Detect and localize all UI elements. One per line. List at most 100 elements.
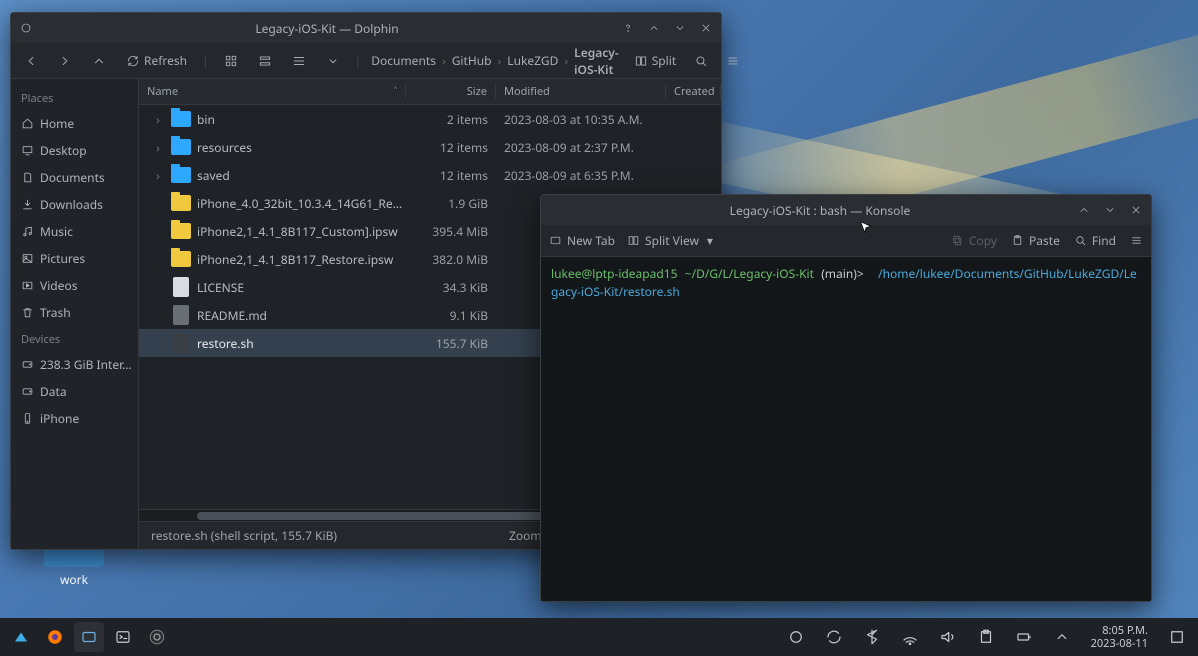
firefox-icon[interactable] [40,622,70,652]
file-row[interactable]: ›bin2 items2023-08-03 at 10:35 A.M. [139,105,721,133]
paste-button[interactable]: Paste [1011,232,1060,249]
expand-chevron-icon[interactable]: › [151,167,165,184]
minimize-icon[interactable] [645,19,663,37]
file-name: resources [197,139,406,156]
sidebar-item-trash[interactable]: Trash [11,299,138,326]
close-icon[interactable] [697,19,715,37]
clipboard-icon[interactable] [971,622,1001,652]
crumb-lukezgd[interactable]: LukeZGD [507,52,558,69]
hamburger-menu-icon[interactable] [1130,234,1143,247]
app-menu-icon[interactable] [17,19,35,37]
archive-icon [171,251,191,267]
archive-icon [171,195,191,211]
sidebar-item-label: 238.3 GiB Inter… [40,356,132,373]
file-modified: 2023-08-03 at 10:35 A.M. [496,111,666,128]
sidebar-item-data[interactable]: Data [11,378,138,405]
konsole-titlebar[interactable]: Legacy-iOS-Kit : bash — Konsole [541,195,1151,225]
chevron-right-icon: › [564,52,568,69]
hamburger-menu-icon[interactable] [721,51,745,71]
file-row[interactable]: ›saved12 items2023-08-09 at 6:35 P.M. [139,161,721,189]
minimize-icon[interactable] [1075,201,1093,219]
file-name: saved [197,167,406,184]
desktop-folder-label: work [38,571,110,588]
expand-chevron-icon[interactable]: › [151,111,165,128]
help-icon[interactable] [619,19,637,37]
up-button[interactable] [87,51,111,71]
bluetooth-icon[interactable] [857,622,887,652]
file-size: 2 items [406,111,496,128]
view-icons-button[interactable] [219,51,243,71]
file-size: 382.0 MiB [406,251,496,268]
file-icon [173,277,189,297]
downloads-icon [21,198,34,211]
phone-icon [21,412,34,425]
view-dropdown-icon[interactable] [321,51,345,71]
konsole-window: Legacy-iOS-Kit : bash — Konsole New Tab … [540,194,1152,602]
dolphin-titlebar[interactable]: Legacy-iOS-Kit — Dolphin [11,13,721,43]
sidebar-item-label: Data [40,383,67,400]
file-name: LICENSE [197,279,406,296]
close-icon[interactable] [1127,201,1145,219]
terminal-output[interactable]: lukee@lptp-ideapad15 ~/D/G/L/Legacy-iOS-… [541,257,1151,601]
expand-chevron-icon[interactable]: › [151,139,165,156]
breadcrumb: Documents › GitHub › LukeZGD › Legacy-iO… [371,44,618,78]
file-row[interactable]: ›resources12 items2023-08-09 at 2:37 P.M… [139,133,721,161]
window-title: Legacy-iOS-Kit : bash — Konsole [565,202,1075,219]
crumb-documents[interactable]: Documents [371,52,436,69]
sidebar-item-iphone[interactable]: iPhone [11,405,138,432]
chevron-right-icon: › [498,52,502,69]
file-size: 34.3 KiB [406,279,496,296]
crumb-legacy-ios-kit[interactable]: Legacy-iOS-Kit [574,44,619,78]
konsole-toolbar: New Tab Split View▾ Copy Paste Find [541,225,1151,257]
obs-icon[interactable] [142,622,172,652]
sidebar-item-videos[interactable]: Videos [11,272,138,299]
sidebar-item-label: Videos [40,277,77,294]
view-details-button[interactable] [287,51,311,71]
copy-button[interactable]: Copy [951,232,997,249]
battery-icon[interactable] [1009,622,1039,652]
sidebar-item-music[interactable]: Music [11,218,138,245]
column-modified[interactable]: Modified [496,84,666,99]
sidebar-item-label: Downloads [40,196,103,213]
maximize-icon[interactable] [671,19,689,37]
crumb-github[interactable]: GitHub [452,52,492,69]
new-tab-button[interactable]: New Tab [549,232,615,249]
tray-app-icon[interactable] [781,622,811,652]
volume-icon[interactable] [933,622,963,652]
maximize-icon[interactable] [1101,201,1119,219]
back-button[interactable] [19,51,43,71]
archive-icon [171,223,191,239]
sidebar-item-home[interactable]: Home [11,110,138,137]
tray-sync-icon[interactable] [819,622,849,652]
dolphin-taskbar-icon[interactable] [74,622,104,652]
konsole-taskbar-icon[interactable] [108,622,138,652]
find-button[interactable]: Find [1074,232,1116,249]
file-name: README.md [197,307,406,324]
sidebar-item-downloads[interactable]: Downloads [11,191,138,218]
column-name[interactable]: Name˄ [139,84,406,99]
column-size[interactable]: Size [406,84,496,99]
split-button[interactable]: Split [629,49,682,72]
taskbar: 8:05 P.M. 2023-08-11 [0,618,1198,656]
show-desktop-icon[interactable] [1162,622,1192,652]
chevron-right-icon: › [442,52,446,69]
network-icon[interactable] [895,622,925,652]
sidebar-item-238-3-gib-inter-[interactable]: 238.3 GiB Inter… [11,351,138,378]
sidebar-item-documents[interactable]: Documents [11,164,138,191]
sidebar-item-desktop[interactable]: Desktop [11,137,138,164]
home-icon [21,117,34,130]
taskbar-clock[interactable]: 8:05 P.M. 2023-08-11 [1085,624,1154,650]
view-compact-button[interactable] [253,51,277,71]
forward-button[interactable] [53,51,77,71]
file-name: iPhone2,1_4.1_8B117_Custom].ipsw [197,223,406,240]
scrollbar-thumb[interactable] [197,512,575,520]
tray-chevron-up-icon[interactable] [1047,622,1077,652]
search-icon[interactable] [689,51,713,71]
app-launcher-icon[interactable] [6,622,36,652]
file-size: 9.1 KiB [406,307,496,324]
refresh-button[interactable]: Refresh [121,49,192,72]
split-view-button[interactable]: Split View▾ [627,232,713,249]
sidebar-item-pictures[interactable]: Pictures [11,245,138,272]
column-created[interactable]: Created [666,84,721,99]
script-file-icon [173,333,189,353]
